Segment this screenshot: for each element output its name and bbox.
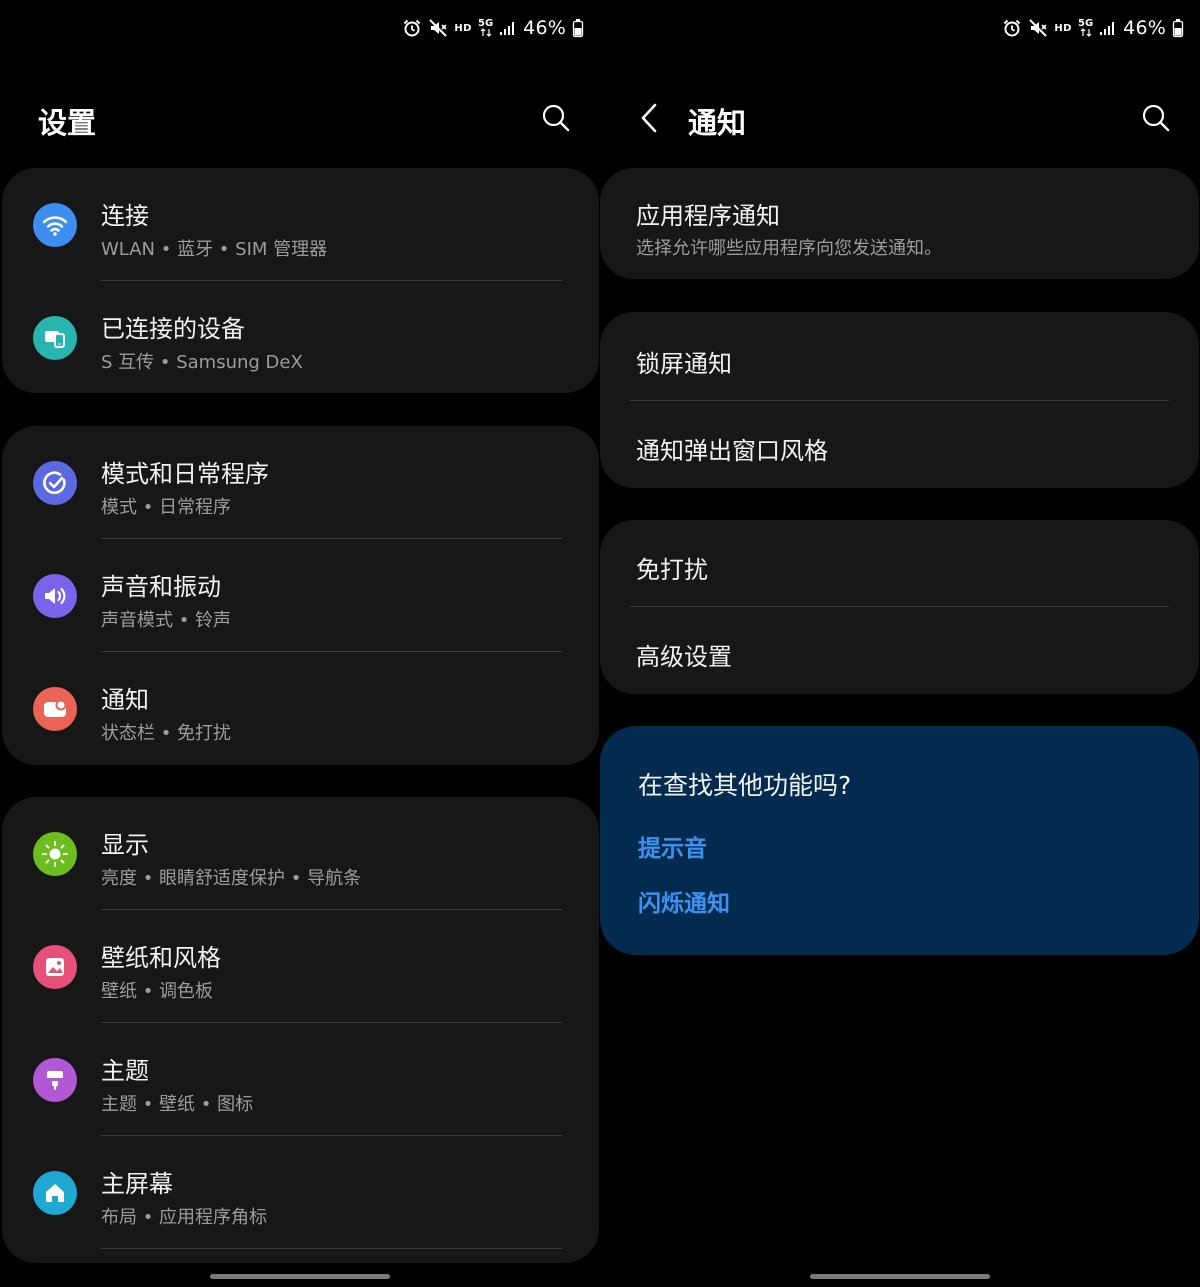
settings-item-modes[interactable]: 模式和日常程序 模式 • 日常程序 xyxy=(2,426,599,539)
settings-item-connections[interactable]: 连接 WLAN • 蓝牙 • SIM 管理器 xyxy=(2,168,599,281)
settings-group-display: 显示 亮度 • 眼睛舒适度保护 • 导航条 壁纸和风格 壁纸 • 调色板 主题 … xyxy=(2,797,599,1263)
list-item-label: 高级设置 xyxy=(636,643,732,671)
settings-group-connections: 连接 WLAN • 蓝牙 • SIM 管理器 已连接的设备 S 互传 • Sam… xyxy=(2,168,599,393)
do-not-disturb-item[interactable]: 免打扰 xyxy=(600,520,1199,607)
battery-percent: 46% xyxy=(1123,17,1166,39)
5g-indicator: 5G xyxy=(478,19,493,37)
search-icon xyxy=(1142,104,1170,132)
wallpaper-icon xyxy=(33,945,77,989)
search-button[interactable] xyxy=(1136,98,1176,138)
5g-indicator: 5G xyxy=(1078,19,1093,37)
flash-notification-link[interactable]: 闪烁通知 xyxy=(638,884,730,918)
home-indicator[interactable] xyxy=(810,1274,990,1279)
settings-item-subtitle: 状态栏 • 免打扰 xyxy=(101,723,232,744)
chevron-left-icon xyxy=(641,103,657,133)
settings-item-display[interactable]: 显示 亮度 • 眼睛舒适度保护 • 导航条 xyxy=(2,797,599,910)
home-icon xyxy=(33,1171,77,1215)
speaker-icon xyxy=(33,574,77,618)
dnd-group: 免打扰 高级设置 xyxy=(600,520,1199,694)
settings-item-subtitle: WLAN • 蓝牙 • SIM 管理器 xyxy=(101,239,328,260)
signal-icon xyxy=(499,20,517,36)
alarm-icon xyxy=(1002,18,1022,38)
settings-item-title: 模式和日常程序 xyxy=(101,460,269,488)
settings-item-title: 主屏幕 xyxy=(101,1170,173,1198)
battery-icon xyxy=(1172,18,1184,38)
page-title: 通知 xyxy=(688,106,747,140)
settings-item-title: 声音和振动 xyxy=(101,573,221,601)
suggestion-question: 在查找其他功能吗? xyxy=(638,771,852,800)
settings-item-themes[interactable]: 主题 主题 • 壁纸 • 图标 xyxy=(2,1023,599,1136)
page-title: 设置 xyxy=(38,106,97,140)
settings-item-wallpaper[interactable]: 壁纸和风格 壁纸 • 调色板 xyxy=(2,910,599,1023)
back-button[interactable] xyxy=(630,98,670,138)
mute-icon xyxy=(428,18,448,38)
settings-item-title: 已连接的设备 xyxy=(101,315,245,343)
settings-item-subtitle: 壁纸 • 调色板 xyxy=(101,981,214,1002)
settings-item-sound[interactable]: 声音和振动 声音模式 • 铃声 xyxy=(2,539,599,652)
status-bar: HD 5G 46% xyxy=(1002,14,1184,42)
settings-item-subtitle: 布局 • 应用程序角标 xyxy=(101,1207,268,1228)
settings-group-modes: 模式和日常程序 模式 • 日常程序 声音和振动 声音模式 • 铃声 通知 状态栏… xyxy=(2,426,599,765)
status-bar: HD 5G 46% xyxy=(402,14,584,42)
settings-item-title: 通知 xyxy=(101,686,149,714)
modes-check-icon xyxy=(33,461,77,505)
hd-indicator: HD xyxy=(1054,22,1072,34)
settings-item-connected-devices[interactable]: 已连接的设备 S 互传 • Samsung DeX xyxy=(2,281,599,393)
suggestion-card: 在查找其他功能吗? 提示音 闪烁通知 xyxy=(600,726,1199,955)
search-icon xyxy=(542,104,570,132)
app-bar: 通知 xyxy=(600,82,1200,154)
app-notifications-subtitle: 选择允许哪些应用程序向您发送通知。 xyxy=(636,238,942,259)
notification-icon xyxy=(33,687,77,731)
settings-item-title: 连接 xyxy=(101,202,149,230)
devices-icon xyxy=(33,316,77,360)
settings-screen: HD 5G 46% 设置 连接 WLAN • 蓝牙 • SIM 管理器 已连接的… xyxy=(0,0,600,1287)
lock-screen-notifications-item[interactable]: 锁屏通知 xyxy=(600,312,1199,401)
alarm-icon xyxy=(402,18,422,38)
app-notifications-title: 应用程序通知 xyxy=(636,202,780,230)
hd-indicator: HD xyxy=(454,22,472,34)
settings-item-subtitle: S 互传 • Samsung DeX xyxy=(101,352,303,373)
app-notifications-card: 应用程序通知 选择允许哪些应用程序向您发送通知。 xyxy=(600,168,1199,279)
list-item-label: 免打扰 xyxy=(636,556,708,584)
mute-icon xyxy=(1028,18,1048,38)
settings-item-subtitle: 主题 • 壁纸 • 图标 xyxy=(101,1094,254,1115)
notification-sounds-link[interactable]: 提示音 xyxy=(638,829,707,863)
wifi-icon xyxy=(33,203,77,247)
settings-item-notifications[interactable]: 通知 状态栏 • 免打扰 xyxy=(2,652,599,765)
settings-item-title: 壁纸和风格 xyxy=(101,944,221,972)
battery-icon xyxy=(572,18,584,38)
theme-brush-icon xyxy=(33,1058,77,1102)
sun-icon xyxy=(33,832,77,876)
advanced-settings-item[interactable]: 高级设置 xyxy=(600,607,1199,694)
app-notifications-item[interactable]: 应用程序通知 选择允许哪些应用程序向您发送通知。 xyxy=(600,168,1199,279)
settings-item-title: 主题 xyxy=(101,1057,149,1085)
list-item-label: 通知弹出窗口风格 xyxy=(636,437,828,465)
battery-percent: 46% xyxy=(523,17,566,39)
notifications-screen: HD 5G 46% 通知 应用程序通知 选择允许哪些应用程序向您发送通知。 锁屏… xyxy=(600,0,1200,1287)
settings-item-subtitle: 声音模式 • 铃声 xyxy=(101,610,232,631)
settings-item-subtitle: 亮度 • 眼睛舒适度保护 • 导航条 xyxy=(101,868,362,889)
search-button[interactable] xyxy=(536,98,576,138)
settings-item-home-screen[interactable]: 主屏幕 布局 • 应用程序角标 xyxy=(2,1136,599,1249)
settings-item-subtitle: 模式 • 日常程序 xyxy=(101,497,232,518)
home-indicator[interactable] xyxy=(210,1274,390,1279)
divider xyxy=(101,1248,562,1249)
lock-screen-group: 锁屏通知 通知弹出窗口风格 xyxy=(600,312,1199,488)
popup-style-item[interactable]: 通知弹出窗口风格 xyxy=(600,401,1199,488)
app-bar: 设置 xyxy=(0,82,600,154)
signal-icon xyxy=(1099,20,1117,36)
list-item-label: 锁屏通知 xyxy=(636,350,732,378)
settings-item-title: 显示 xyxy=(101,831,149,859)
